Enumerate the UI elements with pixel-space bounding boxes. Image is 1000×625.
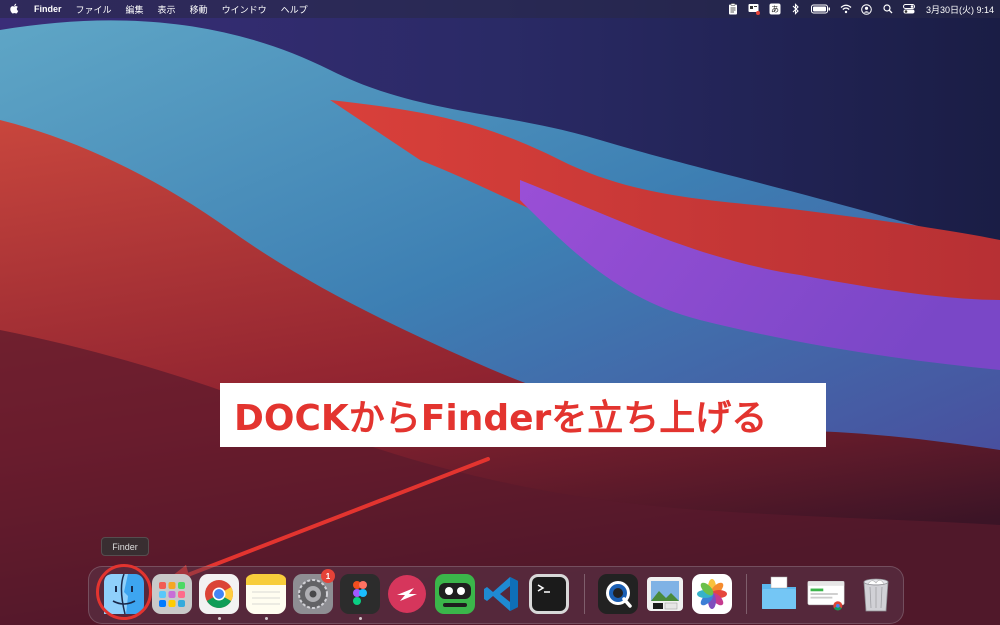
notes-icon[interactable] xyxy=(246,574,286,614)
user-account-icon[interactable] xyxy=(861,3,873,15)
menu-go[interactable]: 移動 xyxy=(183,3,215,16)
menu-file[interactable]: ファイル xyxy=(69,3,119,16)
wifi-icon[interactable] xyxy=(840,3,852,15)
dock-separator xyxy=(746,574,747,614)
annotation-highlight-circle xyxy=(96,564,152,620)
annotation-callout: DOCKからFinderを立ち上げる xyxy=(220,383,826,447)
spotlight-search-icon[interactable] xyxy=(882,3,894,15)
notification-badge: 1 xyxy=(321,569,335,583)
menu-edit[interactable]: 編集 xyxy=(119,3,151,16)
running-indicator-figma xyxy=(359,617,362,620)
dock-tooltip: Finder xyxy=(101,537,149,556)
password-manager-icon[interactable] xyxy=(435,574,475,614)
annotation-callout-text: DOCKからFinderを立ち上げる xyxy=(234,398,768,439)
menu-app-name[interactable]: Finder xyxy=(27,4,69,14)
chrome-icon[interactable] xyxy=(199,574,239,614)
menu-window[interactable]: ウインドウ xyxy=(215,3,274,16)
vscode-icon[interactable] xyxy=(482,574,522,614)
dock-separator xyxy=(584,574,585,614)
menu-view[interactable]: 表示 xyxy=(151,3,183,16)
menu-bar: Finder ファイル 編集 表示 移動 ウインドウ ヘルプ あ 3月30日(火… xyxy=(0,0,1000,18)
launchpad-icon[interactable] xyxy=(152,574,192,614)
recent-window-icon[interactable] xyxy=(806,574,846,614)
battery-icon[interactable] xyxy=(810,3,831,15)
control-center-icon[interactable] xyxy=(902,3,915,15)
photos-icon[interactable] xyxy=(692,574,732,614)
downloads-folder-icon[interactable] xyxy=(759,574,799,614)
skitch-icon[interactable] xyxy=(387,574,427,614)
trash-icon[interactable] xyxy=(856,574,896,614)
quicktime-icon[interactable] xyxy=(598,574,638,614)
menubar-clock[interactable]: 3月30日(火) 9:14 xyxy=(926,3,994,16)
apple-menu-icon[interactable] xyxy=(0,3,27,16)
figma-icon[interactable] xyxy=(340,574,380,614)
desktop-wallpaper xyxy=(0,0,1000,625)
menu-help[interactable]: ヘルプ xyxy=(274,3,315,16)
terminal-icon[interactable] xyxy=(529,574,569,614)
input-method-label: あ xyxy=(771,5,779,14)
running-indicator-chrome xyxy=(218,617,221,620)
preview-icon[interactable] xyxy=(645,574,685,614)
bluetooth-icon[interactable] xyxy=(790,3,802,15)
clipboard-icon[interactable] xyxy=(727,3,739,15)
screen-recorder-icon[interactable] xyxy=(748,3,760,15)
status-tray: あ 3月30日(火) 9:14 xyxy=(727,0,994,18)
running-indicator-notes xyxy=(265,617,268,620)
input-method-icon[interactable]: あ xyxy=(769,3,781,15)
